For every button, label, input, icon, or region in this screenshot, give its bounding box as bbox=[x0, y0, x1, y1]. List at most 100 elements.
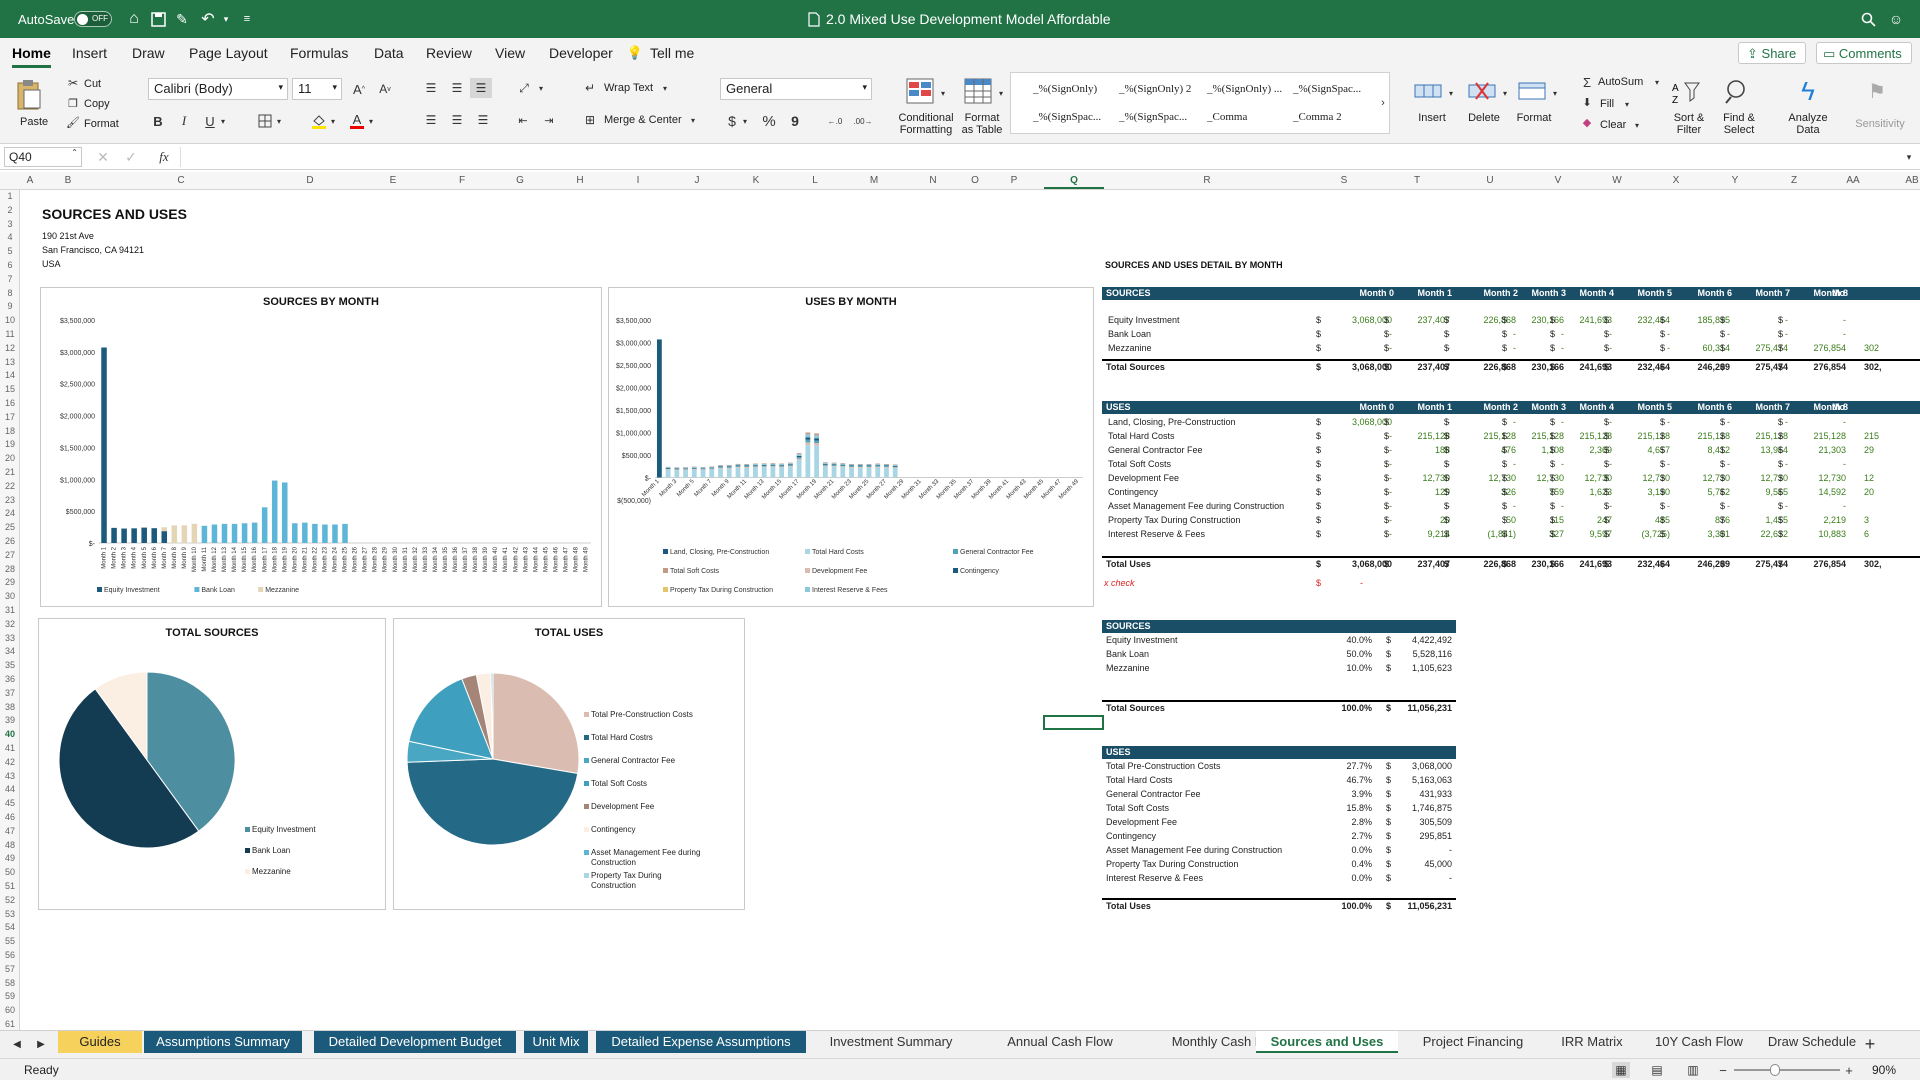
row-header[interactable]: 17 bbox=[0, 412, 20, 422]
column-header[interactable]: Q bbox=[1070, 175, 1078, 186]
sheet-tab-project-financing[interactable]: Project Financing bbox=[1402, 1031, 1544, 1053]
row-header[interactable]: 46 bbox=[0, 812, 20, 822]
row-header[interactable]: 19 bbox=[0, 439, 20, 449]
gallery-next-icon[interactable]: › bbox=[1377, 95, 1389, 111]
next-sheet-icon[interactable]: ▶ bbox=[34, 1035, 48, 1053]
row-header[interactable]: 26 bbox=[0, 536, 20, 546]
decrease-decimal-icon[interactable]: .00→ bbox=[852, 112, 874, 130]
row-header[interactable]: 54 bbox=[0, 922, 20, 932]
tab-insert[interactable]: Insert bbox=[72, 45, 107, 61]
row-header[interactable]: 44 bbox=[0, 784, 20, 794]
fill-dropdown-icon[interactable]: ▾ bbox=[1622, 96, 1632, 112]
row-header[interactable]: 37 bbox=[0, 688, 20, 698]
column-header[interactable]: F bbox=[459, 175, 465, 186]
tab-draw[interactable]: Draw bbox=[132, 45, 165, 61]
align-left-icon[interactable]: ☰ bbox=[422, 112, 440, 128]
column-header[interactable]: K bbox=[753, 175, 760, 186]
row-header[interactable]: 50 bbox=[0, 867, 20, 877]
column-header[interactable]: P bbox=[1011, 175, 1018, 186]
cell-style-3[interactable]: _%(SignOnly) ... bbox=[1207, 83, 1282, 95]
column-header[interactable]: H bbox=[576, 175, 583, 186]
column-header[interactable]: N bbox=[929, 175, 936, 186]
font-color-icon[interactable]: A bbox=[348, 112, 366, 130]
column-header[interactable]: T bbox=[1414, 175, 1420, 186]
autosave-toggle[interactable]: OFF bbox=[74, 11, 112, 27]
enter-icon[interactable]: ✓ bbox=[124, 148, 138, 166]
row-header[interactable]: 52 bbox=[0, 895, 20, 905]
row-header[interactable]: 10 bbox=[0, 315, 20, 325]
uses-by-month-chart[interactable]: USES BY MONTH $3,500,000 $3,000,000 $2,500… bbox=[608, 287, 1094, 607]
row-header[interactable]: 2 bbox=[0, 205, 20, 215]
row-header[interactable]: 36 bbox=[0, 674, 20, 684]
column-header[interactable]: C bbox=[177, 175, 184, 186]
sheet-tab-irr-matrix[interactable]: IRR Matrix bbox=[1548, 1031, 1636, 1053]
zoom-out-icon[interactable]: − bbox=[1716, 1062, 1730, 1078]
number-format-select[interactable]: General ▾ bbox=[720, 78, 872, 100]
format-button[interactable]: Format bbox=[1514, 112, 1554, 124]
row-header[interactable]: 14 bbox=[0, 370, 20, 380]
row-header[interactable]: 5 bbox=[0, 246, 20, 256]
row-header[interactable]: 39 bbox=[0, 715, 20, 725]
insert-function-icon[interactable]: fx bbox=[154, 148, 174, 166]
row-header[interactable]: 32 bbox=[0, 619, 20, 629]
cell-style-5[interactable]: _%(SignSpac... bbox=[1033, 111, 1101, 123]
column-header[interactable]: U bbox=[1486, 175, 1493, 186]
tab-formulas[interactable]: Formulas bbox=[290, 45, 348, 61]
column-header[interactable]: Z bbox=[1791, 175, 1797, 186]
sources-by-month-chart[interactable]: SOURCES BY MONTH $3,500,000 $3,000,000 $2,… bbox=[40, 287, 602, 607]
find-select-button[interactable]: Find & Select bbox=[1716, 112, 1762, 136]
row-header[interactable]: 55 bbox=[0, 936, 20, 946]
normal-view-icon[interactable]: ▦ bbox=[1612, 1062, 1630, 1078]
row-header[interactable]: 21 bbox=[0, 467, 20, 477]
sheet-tab-unit-mix[interactable]: Unit Mix bbox=[524, 1031, 588, 1053]
insert-dropdown-icon[interactable]: ▾ bbox=[1446, 86, 1456, 100]
row-header[interactable]: 30 bbox=[0, 591, 20, 601]
wrap-dropdown-icon[interactable]: ▾ bbox=[660, 80, 670, 96]
column-header[interactable]: O bbox=[971, 175, 979, 186]
row-header[interactable]: 12 bbox=[0, 343, 20, 353]
autosum-icon[interactable]: Σ bbox=[1580, 74, 1594, 90]
fill-button[interactable]: Fill bbox=[1600, 98, 1614, 110]
edit-icon[interactable]: ✎ bbox=[172, 9, 192, 29]
clear-dropdown-icon[interactable]: ▾ bbox=[1632, 117, 1642, 133]
conditional-dropdown-icon[interactable]: ▾ bbox=[938, 86, 948, 100]
row-header[interactable]: 56 bbox=[0, 950, 20, 960]
align-bottom-icon[interactable]: ☰ bbox=[470, 78, 492, 98]
format-cells-icon[interactable] bbox=[1516, 76, 1548, 106]
cell-style-1[interactable]: _%(SignOnly) bbox=[1033, 83, 1097, 95]
copy-icon[interactable]: ❐ bbox=[66, 96, 80, 110]
row-header[interactable]: 35 bbox=[0, 660, 20, 670]
expand-formula-icon[interactable]: ▾ bbox=[1902, 148, 1916, 166]
column-header[interactable]: X bbox=[1673, 175, 1680, 186]
row-header[interactable]: 61 bbox=[0, 1019, 20, 1029]
format-as-table-icon[interactable] bbox=[962, 76, 994, 106]
delete-cells-icon[interactable] bbox=[1466, 76, 1498, 106]
row-header[interactable]: 57 bbox=[0, 964, 20, 974]
row-header[interactable]: 20 bbox=[0, 453, 20, 463]
sheet-tab-investment-summary[interactable]: Investment Summary bbox=[812, 1031, 970, 1053]
row-header[interactable]: 3 bbox=[0, 219, 20, 229]
column-header[interactable]: D bbox=[306, 175, 313, 186]
column-header[interactable]: B bbox=[65, 175, 72, 186]
sheet-tab-assumptions-summary[interactable]: Assumptions Summary bbox=[144, 1031, 302, 1053]
fill-color-dropdown-icon[interactable]: ▾ bbox=[328, 112, 338, 130]
row-header[interactable]: 18 bbox=[0, 426, 20, 436]
tab-review[interactable]: Review bbox=[426, 45, 472, 61]
comma-style-icon[interactable]: 9 bbox=[788, 112, 802, 130]
bold-icon[interactable]: B bbox=[150, 112, 166, 130]
increase-font-icon[interactable]: A ^ bbox=[350, 80, 368, 98]
column-header[interactable]: R bbox=[1203, 175, 1210, 186]
share-button[interactable]: ⇪ Share bbox=[1738, 42, 1806, 64]
row-header[interactable]: 29 bbox=[0, 577, 20, 587]
currency-dropdown-icon[interactable]: ▾ bbox=[740, 112, 750, 130]
delete-dropdown-icon[interactable]: ▾ bbox=[1500, 86, 1510, 100]
row-header[interactable]: 47 bbox=[0, 826, 20, 836]
column-header[interactable]: I bbox=[637, 175, 640, 186]
tab-home[interactable]: Home bbox=[12, 45, 51, 68]
decrease-font-icon[interactable]: Av bbox=[376, 80, 394, 98]
merge-icon[interactable]: ⊞ bbox=[582, 112, 598, 128]
undo-dropdown-icon[interactable]: ▾ bbox=[220, 9, 232, 29]
row-header[interactable]: 53 bbox=[0, 909, 20, 919]
row-header[interactable]: 28 bbox=[0, 564, 20, 574]
paste-icon[interactable] bbox=[14, 76, 42, 112]
